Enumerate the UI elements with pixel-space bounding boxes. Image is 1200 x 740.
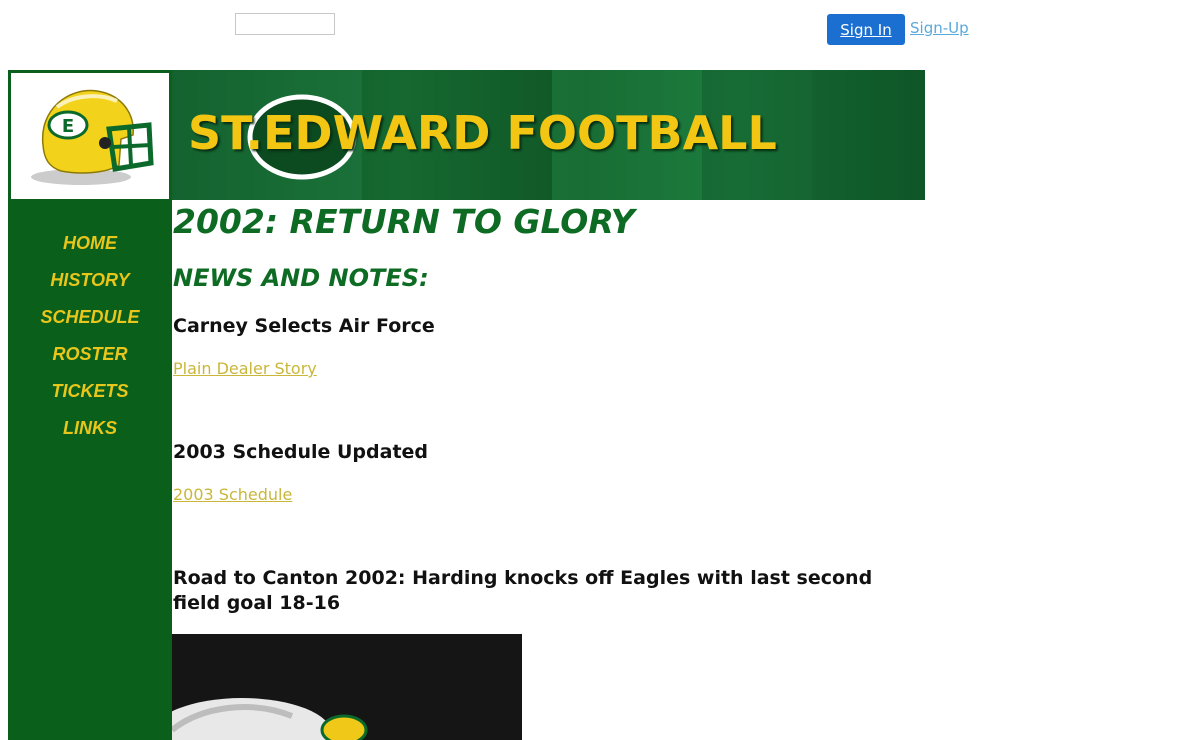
- section-title: NEWS AND NOTES:: [173, 264, 429, 292]
- football-helmet-icon: E: [31, 89, 154, 185]
- header-banner: ST.EDWARD FOOTBALL: [172, 70, 925, 200]
- broken-image-placeholder: [235, 13, 335, 35]
- banner-title: ST.EDWARD FOOTBALL: [188, 106, 777, 160]
- nav-home[interactable]: HOME: [8, 233, 172, 254]
- nav-history[interactable]: HISTORY: [8, 270, 172, 291]
- page-title: 2002: RETURN TO GLORY: [173, 202, 635, 241]
- sidebar-nav: HOME HISTORY SCHEDULE ROSTER TICKETS LIN…: [8, 200, 172, 740]
- svg-text:E: E: [62, 116, 74, 137]
- nav-tickets[interactable]: TICKETS: [8, 381, 172, 402]
- logo-box: E: [8, 70, 172, 200]
- story-title: Road to Canton 2002: Harding knocks off …: [173, 567, 873, 614]
- nav-roster[interactable]: ROSTER: [8, 344, 172, 365]
- story-title: Carney Selects Air Force: [173, 315, 435, 337]
- nav-links[interactable]: LINKS: [8, 418, 172, 439]
- story-title: 2003 Schedule Updated: [173, 441, 429, 463]
- nav-schedule[interactable]: SCHEDULE: [8, 307, 172, 328]
- story-link[interactable]: Plain Dealer Story: [173, 359, 317, 378]
- sign-in-button[interactable]: Sign In: [827, 14, 905, 45]
- game-photo: [172, 634, 522, 740]
- sign-up-link[interactable]: Sign-Up: [910, 19, 969, 37]
- story-link[interactable]: 2003 Schedule: [173, 485, 292, 504]
